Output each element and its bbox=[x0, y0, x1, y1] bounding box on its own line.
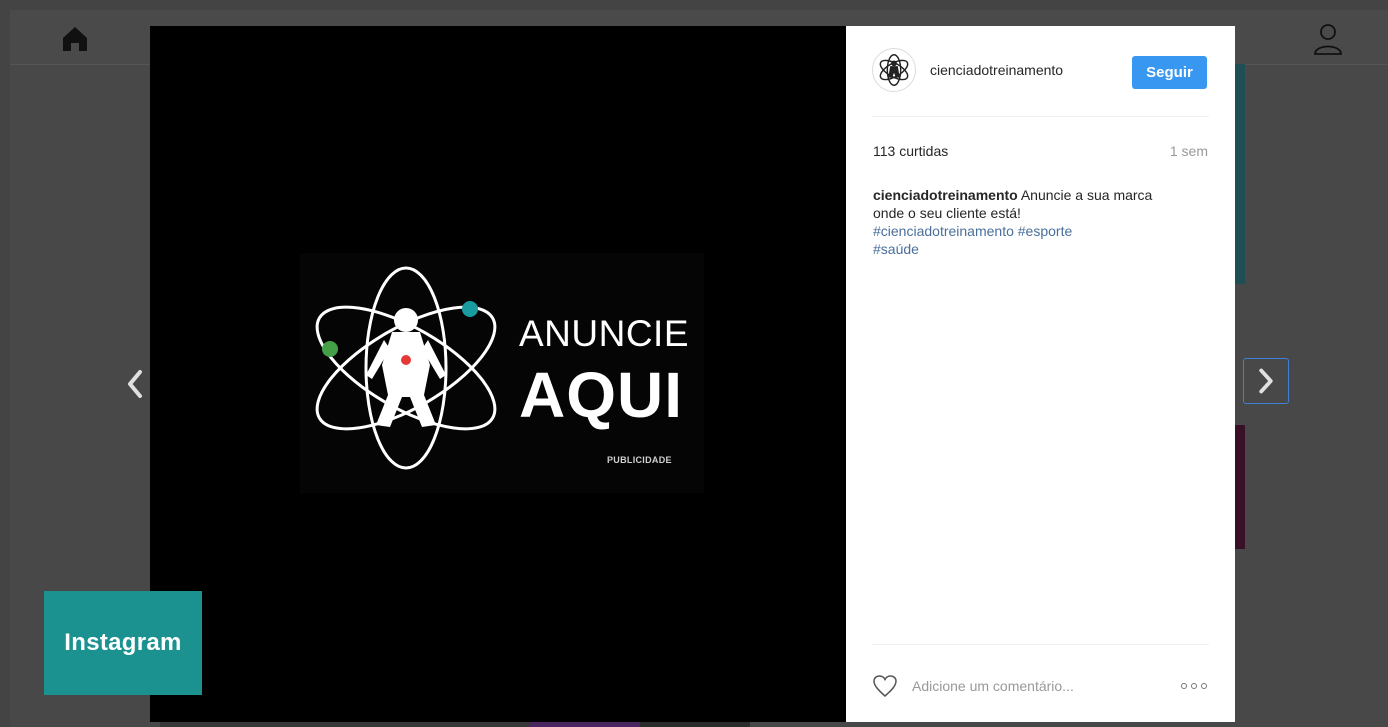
profile-icon[interactable] bbox=[1312, 22, 1344, 56]
chevron-right-icon[interactable] bbox=[1243, 358, 1289, 404]
avatar[interactable] bbox=[872, 48, 916, 92]
background-thumbnail bbox=[1234, 425, 1245, 549]
instagram-badge: Instagram bbox=[44, 591, 202, 695]
author-username[interactable]: cienciadotreinamento bbox=[930, 62, 1063, 78]
divider bbox=[872, 116, 1209, 117]
home-icon[interactable] bbox=[60, 24, 90, 54]
chevron-left-icon[interactable] bbox=[118, 362, 154, 406]
ad-headline: ANUNCIE bbox=[519, 313, 690, 354]
ad-tag: PUBLICIDADE bbox=[607, 455, 672, 465]
post-details-panel: cienciadotreinamento Seguir 113 curtidas… bbox=[846, 26, 1235, 722]
hashtag-link[interactable]: #esporte bbox=[1018, 223, 1072, 239]
caption-username[interactable]: cienciadotreinamento bbox=[873, 187, 1018, 203]
more-options-icon[interactable] bbox=[1178, 682, 1210, 690]
post-header: cienciadotreinamento Seguir bbox=[846, 26, 1235, 117]
heart-icon[interactable] bbox=[872, 674, 898, 698]
hashtag-link[interactable]: #cienciadotreinamento bbox=[873, 223, 1014, 239]
hashtag-link[interactable]: #saúde bbox=[873, 241, 919, 257]
atom-athlete-logo-icon bbox=[315, 266, 497, 470]
like-count[interactable]: 113 curtidas bbox=[873, 143, 948, 159]
background-thumbnail bbox=[1234, 64, 1245, 284]
post-timestamp[interactable]: 1 sem bbox=[1170, 143, 1208, 159]
divider bbox=[872, 644, 1209, 645]
follow-button[interactable]: Seguir bbox=[1132, 56, 1207, 89]
ad-headline-bold: AQUI bbox=[519, 359, 683, 431]
comment-input[interactable] bbox=[912, 674, 1162, 698]
post-caption: cienciadotreinamento Anuncie a sua marca… bbox=[873, 186, 1173, 258]
